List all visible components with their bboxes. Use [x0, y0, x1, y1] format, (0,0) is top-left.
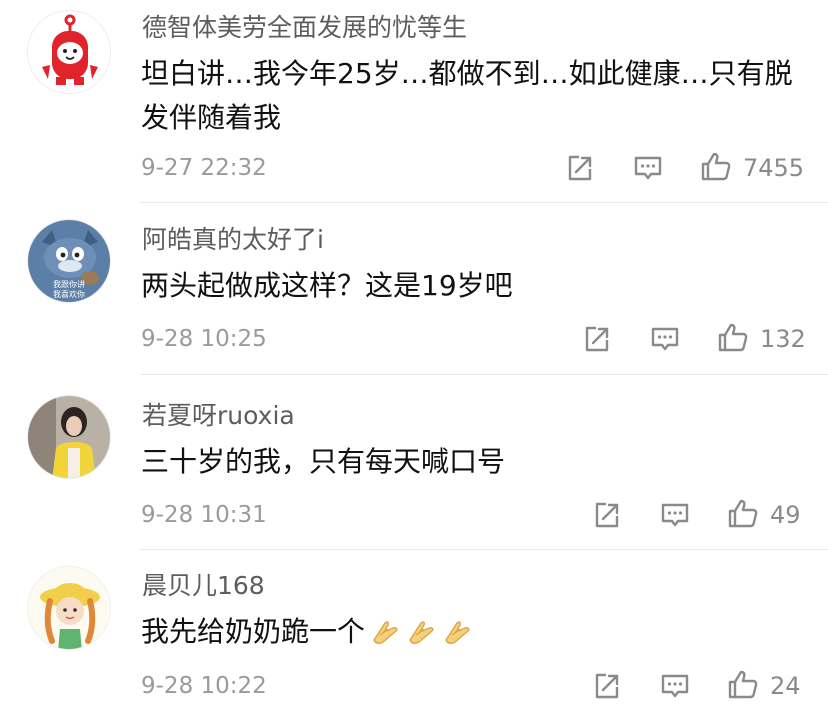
timestamp: 9-28 10:22 — [141, 673, 267, 699]
like-icon[interactable] — [700, 151, 732, 183]
username[interactable]: 若夏呀ruoxia — [142, 400, 295, 432]
like-count: 7455 — [743, 154, 805, 182]
comment-text: 两头起做成这样？这是19岁吧 — [141, 269, 513, 302]
folded-hands-icon — [371, 618, 401, 648]
comment-text: 我先给奶奶跪一个 — [141, 610, 811, 654]
like-count: 24 — [770, 672, 801, 700]
username[interactable]: 阿皓真的太好了i — [142, 224, 324, 256]
divider — [140, 549, 828, 550]
red-mascot-avatar[interactable] — [27, 10, 111, 94]
like-icon[interactable] — [727, 498, 759, 530]
like-icon[interactable] — [717, 322, 749, 354]
avatar-caption: 我喜欢你 — [53, 290, 85, 299]
folded-hands-icon — [407, 618, 437, 648]
share-icon[interactable] — [582, 324, 612, 354]
username[interactable]: 晨贝儿168 — [142, 570, 265, 602]
divider — [140, 202, 828, 203]
like-count: 132 — [760, 325, 806, 353]
timestamp: 9-28 10:31 — [141, 502, 267, 528]
like-icon[interactable] — [727, 669, 759, 701]
comment-text: 坦白讲…我今年25岁…都做不到…如此健康…只有脱发伴随着我 — [141, 57, 793, 134]
cartoon-girl-avatar[interactable] — [27, 566, 111, 650]
cartoon-cat-avatar[interactable]: 我跟你讲 我喜欢你 — [27, 219, 111, 303]
like-count: 49 — [770, 501, 801, 529]
divider — [140, 374, 828, 375]
timestamp: 9-28 10:25 — [141, 326, 267, 352]
folded-hands-icon — [443, 618, 473, 648]
username[interactable]: 德智体美劳全面发展的忧等生 — [142, 12, 467, 44]
share-icon[interactable] — [565, 153, 595, 183]
photo-person-avatar[interactable] — [27, 395, 111, 479]
avatar-caption: 我跟你讲 — [53, 280, 85, 289]
share-icon[interactable] — [592, 671, 622, 701]
share-icon[interactable] — [592, 500, 622, 530]
comment-icon[interactable] — [650, 324, 680, 354]
comment-text-content: 我先给奶奶跪一个 — [141, 615, 366, 648]
timestamp: 9-27 22:32 — [141, 155, 267, 181]
comment-text: 三十岁的我，只有每天喊口号 — [141, 445, 506, 478]
comment-icon[interactable] — [633, 153, 663, 183]
comment-icon[interactable] — [660, 500, 690, 530]
comment-icon[interactable] — [660, 671, 690, 701]
